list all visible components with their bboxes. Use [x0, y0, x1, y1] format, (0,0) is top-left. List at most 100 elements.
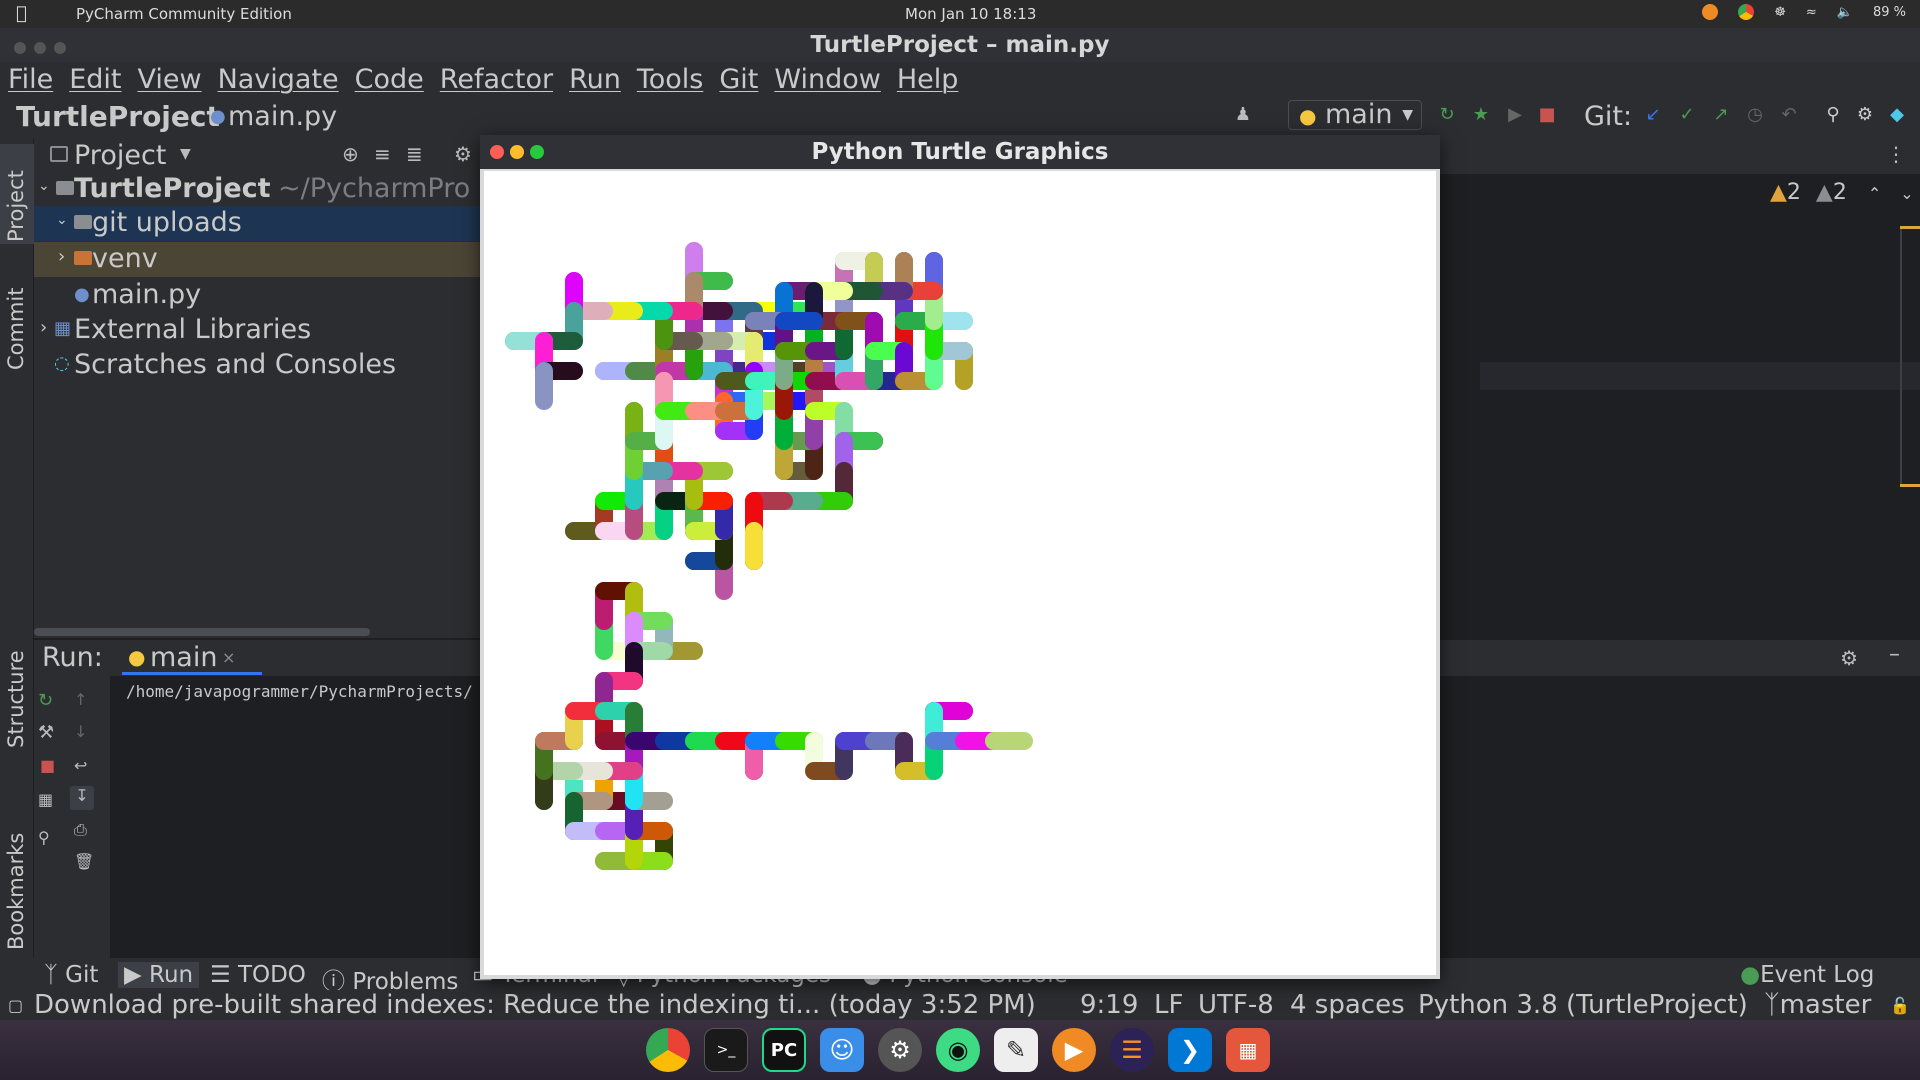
trash-icon[interactable]: 🗑	[74, 852, 94, 871]
android-icon[interactable]: ◉	[936, 1028, 980, 1072]
tool-tab-bookmarks[interactable]: Bookmarks	[4, 833, 28, 950]
terminal-icon[interactable]: >_	[704, 1028, 748, 1072]
locate-file-icon[interactable]: ⊕	[342, 142, 359, 166]
apple-menu-icon[interactable]: 	[16, 3, 27, 24]
warning-stripe[interactable]	[1900, 484, 1920, 487]
accessibility-icon[interactable]: ☸	[1774, 5, 1786, 20]
horizontal-scrollbar[interactable]	[34, 628, 370, 636]
vscode-icon[interactable]: ❯	[1168, 1028, 1212, 1072]
lock-icon[interactable]: 🔓	[1890, 996, 1910, 1015]
apps-grid-icon[interactable]: ▦	[1226, 1028, 1270, 1072]
wifi-icon[interactable]: ≈	[1806, 5, 1817, 20]
scroll-to-end-icon[interactable]: ↧	[70, 786, 94, 810]
tool-tab-run[interactable]: ▶ Run	[118, 962, 200, 988]
gear-icon[interactable]: ⚙	[1840, 646, 1858, 670]
wrench-icon[interactable]: ⚒	[38, 722, 54, 743]
pin-icon[interactable]: ⚲	[38, 828, 50, 847]
stop-icon[interactable]: ■	[1538, 106, 1556, 124]
down-arrow-icon[interactable]: ↓	[74, 722, 87, 741]
print-icon[interactable]: ⎙	[74, 820, 87, 840]
menu-git[interactable]: Git	[719, 64, 758, 95]
notes-icon[interactable]: ✎	[994, 1028, 1038, 1072]
more-options-icon[interactable]: ⋮	[1886, 142, 1906, 166]
volume-icon[interactable]: 🔈	[1837, 5, 1853, 20]
chevron-down-icon[interactable]: ▼	[180, 146, 191, 162]
tool-tab-git[interactable]: ᛉ Git	[44, 962, 98, 988]
chrome-tray-icon[interactable]	[1738, 4, 1755, 20]
breadcrumb-file[interactable]: main.py	[228, 101, 337, 132]
git-commit-icon[interactable]: ✓	[1678, 106, 1696, 124]
warning-stripe[interactable]	[1900, 226, 1920, 229]
chrome-icon[interactable]	[646, 1028, 690, 1072]
tree-item-main-py[interactable]: ● main.py	[34, 278, 480, 313]
status-toggle-icon[interactable]: ▢	[8, 996, 23, 1015]
status-message[interactable]: Download pre-built shared indexes: Reduc…	[34, 990, 1036, 1020]
gear-icon[interactable]: ⚙	[454, 142, 472, 166]
menu-code[interactable]: Code	[355, 64, 424, 95]
user-account-icon[interactable]: ♟	[1234, 106, 1252, 124]
tool-tab-structure[interactable]: Structure	[4, 650, 28, 748]
turtle-window-titlebar[interactable]: Python Turtle Graphics	[480, 135, 1440, 169]
up-arrow-icon[interactable]: ↑	[74, 690, 87, 709]
pycharm-icon[interactable]: PC	[762, 1028, 806, 1072]
inspection-widget[interactable]: ▲2 ▲2 ⌃ ⌄	[1770, 180, 1920, 212]
settings-icon[interactable]: ⚙	[878, 1028, 922, 1072]
chevron-down-icon[interactable]: ⌄	[56, 212, 68, 228]
plugin-icon[interactable]: ◆	[1888, 106, 1906, 124]
git-rollback-icon[interactable]: ↶	[1780, 106, 1798, 124]
coverage-icon[interactable]: ▶	[1506, 106, 1524, 124]
turtle-canvas[interactable]	[484, 171, 1436, 975]
collapse-all-icon[interactable]: ≣	[406, 142, 423, 166]
tool-tab-project[interactable]: Project	[4, 170, 28, 242]
line-separator[interactable]: LF	[1154, 990, 1183, 1020]
menu-refactor[interactable]: Refactor	[440, 64, 553, 95]
tree-item-scratches[interactable]: ◌ Scratches and Consoles	[34, 348, 480, 383]
run-configuration-select[interactable]: ● main ▼	[1288, 100, 1422, 130]
indent-setting[interactable]: 4 spaces	[1290, 990, 1405, 1020]
tree-item-venv[interactable]: › venv	[34, 242, 480, 277]
stop-icon[interactable]: ■	[40, 756, 55, 775]
python-interpreter[interactable]: Python 3.8 (TurtleProject)	[1418, 990, 1748, 1020]
chevron-up-icon[interactable]: ⌃	[1868, 184, 1881, 203]
rerun-icon[interactable]: ↻	[1438, 106, 1456, 124]
menu-navigate[interactable]: Navigate	[218, 64, 339, 95]
breadcrumb-project[interactable]: TurtleProject	[16, 100, 220, 133]
active-app-name[interactable]: PyCharm Community Edition	[76, 5, 292, 23]
file-encoding[interactable]: UTF-8	[1198, 990, 1274, 1020]
chevron-right-icon[interactable]: ›	[40, 317, 47, 338]
eclipse-icon[interactable]: ☰	[1110, 1028, 1154, 1072]
chevron-down-icon[interactable]: ⌄	[1900, 184, 1913, 203]
vlc-tray-icon[interactable]	[1702, 4, 1719, 20]
menu-window[interactable]: Window	[774, 64, 880, 95]
soft-wrap-icon[interactable]: ↩	[74, 756, 87, 775]
tree-item-external-libraries[interactable]: › ▦ External Libraries	[34, 313, 480, 348]
run-tab-main[interactable]: main	[150, 642, 217, 673]
gear-icon[interactable]: ⚙	[1856, 106, 1874, 124]
chevron-down-icon[interactable]: ⌄	[38, 178, 50, 194]
git-branch[interactable]: ᛉmaster	[1764, 990, 1871, 1020]
tree-item-project-root[interactable]: ⌄ TurtleProject ~/PycharmPro	[34, 172, 480, 207]
editor-scrollbar[interactable]	[1900, 226, 1920, 486]
project-panel-title[interactable]: Project	[74, 140, 166, 171]
menu-view[interactable]: View	[137, 64, 201, 95]
menu-edit[interactable]: Edit	[69, 64, 121, 95]
tree-item-git-uploads[interactable]: ⌄ git uploads	[34, 206, 480, 241]
tool-tab-todo[interactable]: ☰ TODO	[210, 962, 306, 988]
menu-file[interactable]: File	[8, 64, 53, 95]
chevron-right-icon[interactable]: ›	[58, 246, 65, 267]
git-update-icon[interactable]: ↙	[1644, 106, 1662, 124]
git-push-icon[interactable]: ↗	[1712, 106, 1730, 124]
vlc-icon[interactable]: ▶	[1052, 1028, 1096, 1072]
git-history-icon[interactable]: ◷	[1746, 106, 1764, 124]
tool-tab-event-log[interactable]: ●Event Log	[1740, 962, 1874, 988]
battery-status[interactable]: 89 %	[1873, 5, 1906, 20]
system-clock[interactable]: Mon Jan 10 18:13	[905, 5, 1036, 23]
menu-help[interactable]: Help	[897, 64, 959, 95]
close-tab-icon[interactable]: ×	[222, 648, 235, 667]
minimize-panel-icon[interactable]: –	[1889, 642, 1900, 667]
expand-all-icon[interactable]: ≡	[374, 142, 391, 166]
rerun-icon[interactable]: ↻	[38, 690, 53, 711]
run-output-text[interactable]: /home/javapogrammer/PycharmProjects/	[126, 682, 473, 701]
finder-icon[interactable]: ☺	[820, 1028, 864, 1072]
menu-run[interactable]: Run	[569, 64, 621, 95]
